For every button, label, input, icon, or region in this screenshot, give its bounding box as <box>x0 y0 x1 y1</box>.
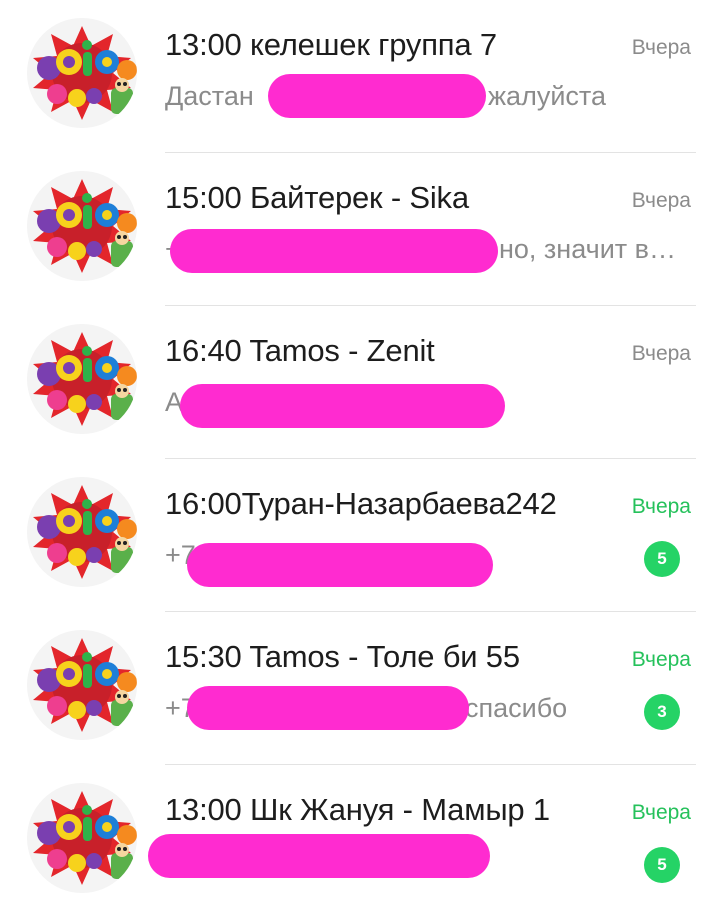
group-avatar[interactable] <box>27 783 137 893</box>
kids-taxi-logo-icon <box>27 630 137 740</box>
kids-taxi-logo-icon <box>27 171 137 281</box>
chat-time: Вчера <box>631 495 691 518</box>
chat-time: Вчера <box>631 648 691 671</box>
group-avatar[interactable] <box>27 630 137 740</box>
redaction-mark <box>170 229 498 273</box>
unread-count-badge: 5 <box>644 847 680 883</box>
kids-taxi-logo-icon <box>27 783 137 893</box>
chat-row[interactable]: 13:00 келешек группа 7 Вчера Дастан жалу… <box>0 0 720 153</box>
chat-row[interactable]: 16:40 Tamos - Zenit Вчера А <box>0 306 720 459</box>
redaction-mark <box>187 543 493 587</box>
chat-row[interactable]: 15:30 Tamos - Толе би 55 Вчера +7 спасиб… <box>0 612 720 765</box>
unread-count-badge: 3 <box>644 694 680 730</box>
preview-text-end: но, значит в… <box>499 234 677 264</box>
preview-text-end: спасибо <box>465 693 568 723</box>
chat-title: 16:00Туран-Назарбаева242 <box>165 486 557 521</box>
preview-text-end: жалуйста <box>488 81 606 111</box>
kids-taxi-logo-icon <box>27 18 137 128</box>
chat-row[interactable]: 16:00Туран-Назарбаева242 Вчера +7 5 <box>0 459 720 612</box>
group-avatar[interactable] <box>27 477 137 587</box>
redaction-mark <box>187 686 469 730</box>
chat-row[interactable]: 15:00 Байтерек - Sika Вчера + но, значит… <box>0 153 720 306</box>
chat-title: 16:40 Tamos - Zenit <box>165 333 435 368</box>
redaction-mark <box>268 74 486 118</box>
chat-row[interactable]: 13:00 Шк Жануя - Мамыр 1 Вчера 5 <box>0 765 720 900</box>
chat-time: Вчера <box>631 801 691 824</box>
kids-taxi-logo-icon <box>27 477 137 587</box>
unread-count-badge: 5 <box>644 541 680 577</box>
chat-title: 15:00 Байтерек - Sika <box>165 180 469 215</box>
redaction-mark <box>148 834 490 878</box>
chat-time: Вчера <box>631 342 691 365</box>
chat-list: 13:00 келешек группа 7 Вчера Дастан жалу… <box>0 0 720 900</box>
group-avatar[interactable] <box>27 18 137 128</box>
redaction-mark <box>180 384 505 428</box>
chat-title: 13:00 Шк Жануя - Мамыр 1 <box>165 792 550 827</box>
chat-time: Вчера <box>631 189 691 212</box>
chat-title: 13:00 келешек группа 7 <box>165 27 497 62</box>
chat-title: 15:30 Tamos - Толе би 55 <box>165 639 520 674</box>
kids-taxi-logo-icon <box>27 324 137 434</box>
preview-text-start: Дастан <box>165 81 254 111</box>
group-avatar[interactable] <box>27 324 137 434</box>
group-avatar[interactable] <box>27 171 137 281</box>
chat-time: Вчера <box>631 36 691 59</box>
